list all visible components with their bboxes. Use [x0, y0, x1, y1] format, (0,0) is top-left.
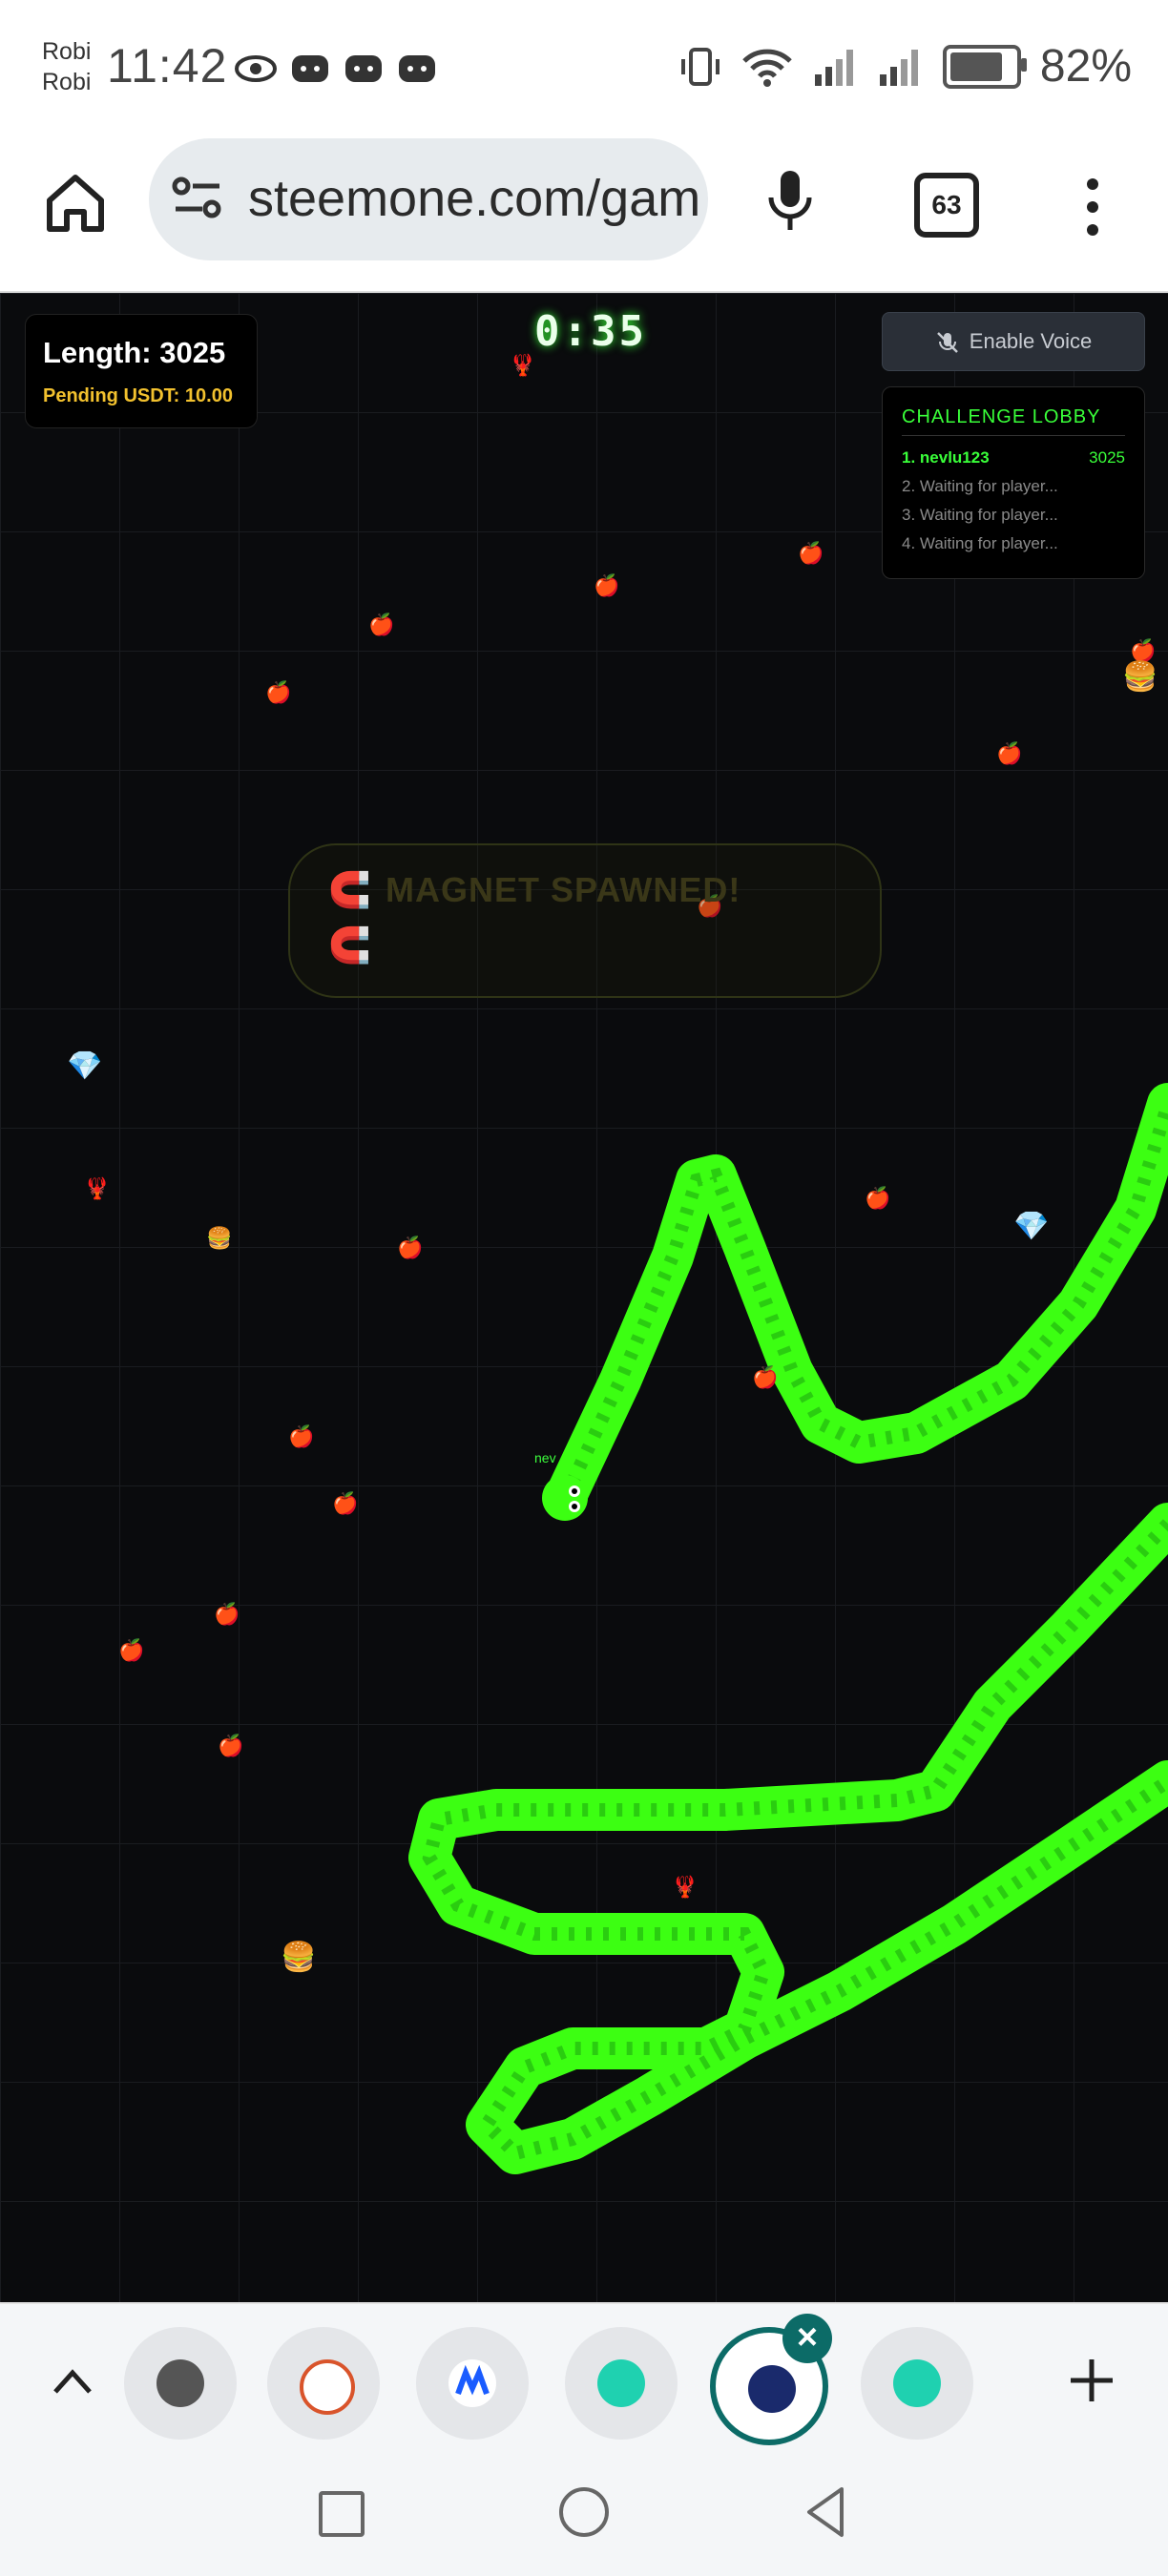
length-value: Length: 3025 [43, 336, 226, 369]
address-bar[interactable]: steemone.com/gam [149, 138, 708, 260]
menu-icon[interactable] [1078, 177, 1107, 238]
steem-icon [748, 2365, 796, 2413]
lobby-divider [902, 435, 1125, 436]
tab-switcher-button[interactable]: 63 [914, 173, 979, 238]
enable-voice-button[interactable]: Enable Voice [882, 312, 1145, 371]
status-right: 82% [679, 40, 1132, 93]
signal-icon [814, 49, 853, 86]
lobster-food-icon: 🦞 [510, 353, 536, 377]
apple-food-icon: 🍎 [265, 680, 292, 704]
puzzle-icon [300, 2359, 355, 2415]
eye-icon [235, 55, 277, 82]
lobby-row: 4. Waiting for player... [902, 534, 1058, 552]
length-panel: Length: 3025 Pending USDT: 10.00 [25, 314, 258, 428]
lobby-title: CHALLENGE LOBBY [902, 406, 1101, 427]
lobby-row: 2. Waiting for player... [902, 477, 1058, 495]
enable-voice-label: Enable Voice [969, 329, 1093, 353]
bottom-tab-strip: × [0, 2302, 1168, 2476]
new-tab-icon[interactable] [1067, 2356, 1116, 2405]
lobby-player-name: 1. nevlu123 [902, 448, 990, 467]
signal-icon [879, 49, 918, 86]
lobby-row: 3. Waiting for player... [902, 506, 1058, 524]
apple-food-icon: 🍎 [1130, 638, 1157, 662]
wifi-icon [742, 49, 792, 87]
banner-text: MAGNET SPAWNED! [386, 870, 741, 909]
url-text[interactable]: steemone.com/gam [248, 169, 700, 228]
carrier-line-1: Robi [42, 38, 92, 65]
tab-globe[interactable] [124, 2327, 237, 2440]
discord-icon [399, 55, 435, 82]
apple-food-icon: 🍎 [752, 1365, 779, 1389]
home-button[interactable] [559, 2487, 609, 2537]
tab-puzzle[interactable] [267, 2327, 380, 2440]
burger-food-icon: 🍔 [1122, 661, 1158, 693]
apple-food-icon: 🍎 [594, 573, 620, 597]
lobster-food-icon: 🦞 [672, 1875, 699, 1899]
chat-icon [893, 2359, 941, 2407]
notification-icons [235, 48, 445, 99]
magnet-icon: 🧲 [328, 870, 371, 909]
challenge-lobby-panel: CHALLENGE LOBBY 1. nevlu123 3025 2. Waiti… [882, 386, 1145, 579]
site-settings-icon[interactable] [172, 175, 223, 222]
apple-food-icon: 🍎 [397, 1236, 424, 1259]
apple-food-icon: 🍎 [368, 613, 395, 636]
tab-meta[interactable] [416, 2327, 529, 2440]
game-canvas[interactable]: nev 🦞 🍎 🍎 🍎 🍎 🍎 🍔 🍎 🍎 💎 🦞 🍎 💎 🍔 🍎 🍎 🍎 🍎 … [0, 293, 1168, 2302]
meta-icon [448, 2359, 496, 2407]
discord-icon [292, 55, 328, 82]
pending-usdt: Pending USDT: 10.00 [43, 385, 233, 406]
discord-icon [345, 55, 382, 82]
burger-food-icon: 🍔 [281, 1942, 317, 1973]
battery-fill [949, 52, 1002, 81]
chat-icon [597, 2359, 645, 2407]
home-icon[interactable] [42, 170, 109, 237]
battery-percent: 82% [1039, 41, 1132, 92]
lobster-food-icon: 🦞 [84, 1176, 111, 1200]
lobby-row: 1. nevlu123 3025 [902, 448, 1125, 467]
round-timer: 0:35 [534, 307, 647, 356]
snake-name-label: nev [534, 1450, 556, 1465]
microphone-icon[interactable] [763, 167, 817, 234]
apple-food-icon: 🍎 [218, 1734, 244, 1757]
recents-button[interactable] [319, 2491, 365, 2537]
battery-icon [942, 44, 1027, 89]
carrier-label: Robi Robi [42, 36, 91, 97]
apple-food-icon: 🍎 [288, 1424, 315, 1448]
vibrate-icon [680, 47, 720, 86]
apple-food-icon: 🍎 [865, 1186, 891, 1210]
magnet-spawned-banner: 🧲 🧲 MAGNET SPAWNED! [288, 843, 882, 998]
burger-food-icon: 🍔 [206, 1226, 233, 1250]
tab-chat[interactable] [565, 2327, 678, 2440]
back-icon[interactable] [803, 2485, 845, 2539]
snake-layer [408, 1083, 1168, 2174]
apple-food-icon: 🍎 [118, 1638, 145, 1662]
apple-food-icon: 🍎 [798, 541, 824, 565]
status-bar: Robi Robi 11:42 82% [0, 0, 1168, 138]
lobby-player-score: 3025 [1089, 448, 1125, 467]
snake-head [542, 1475, 588, 1521]
mic-off-icon [936, 332, 958, 354]
system-nav-bar [0, 2474, 1168, 2576]
browser-toolbar: steemone.com/gam 63 [0, 138, 1168, 293]
magnet-icon: 🧲 [328, 925, 371, 965]
globe-icon [156, 2359, 204, 2407]
snake-body-segment [408, 1503, 1168, 2174]
chevron-up-icon[interactable] [52, 2367, 94, 2396]
apple-food-icon: 🍎 [332, 1491, 359, 1515]
close-tab-button[interactable]: × [782, 2314, 832, 2363]
diamond-powerup-icon: 💎 [1013, 1211, 1050, 1242]
diamond-powerup-icon: 💎 [67, 1050, 103, 1082]
carrier-line-2: Robi [42, 69, 92, 95]
clock: 11:42 [107, 39, 228, 93]
tab-chat-2[interactable] [861, 2327, 973, 2440]
apple-food-icon: 🍎 [996, 741, 1023, 765]
apple-food-icon: 🍎 [214, 1602, 240, 1626]
